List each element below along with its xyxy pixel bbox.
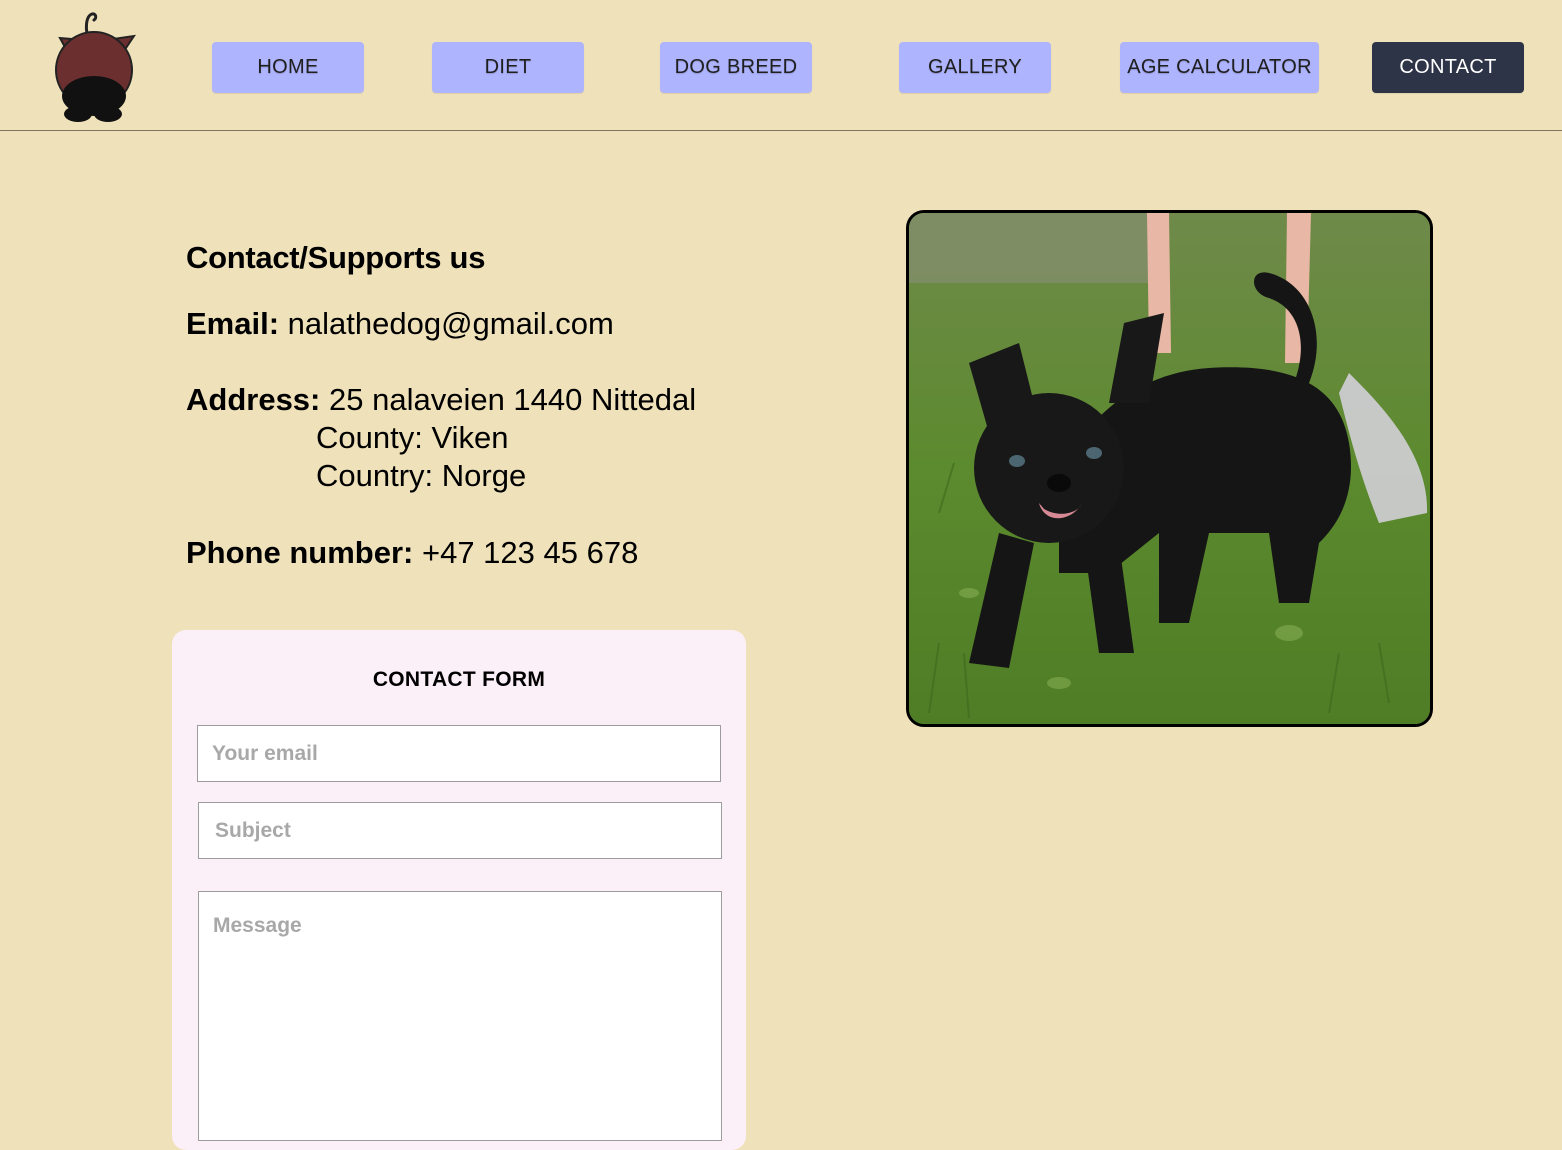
nav-dog-breed-button[interactable]: DOG BREED: [660, 42, 812, 93]
email-field[interactable]: [197, 725, 721, 782]
subject-field[interactable]: [198, 802, 722, 859]
nav-contact-button[interactable]: CONTACT: [1372, 42, 1524, 93]
nav-gallery-button[interactable]: GALLERY: [899, 42, 1051, 93]
address-info: Address: 25 nalaveien 1440 Nittedal: [186, 382, 696, 418]
email-info: Email: nalathedog@gmail.com: [186, 306, 614, 342]
address-line: 25 nalaveien 1440 Nittedal: [329, 382, 697, 417]
site-header: HOME DIET DOG BREED GALLERY AGE CALCULAT…: [0, 0, 1562, 131]
contact-heading: Contact/Supports us: [186, 240, 486, 275]
contact-form-title: CONTACT FORM: [372, 668, 546, 691]
address-county: County: Viken: [316, 420, 509, 455]
nav-age-calculator-button[interactable]: AGE CALCULATOR: [1120, 42, 1319, 93]
phone-info: Phone number: +47 123 45 678: [186, 535, 638, 571]
address-label: Address:: [186, 382, 321, 417]
dog-logo-icon[interactable]: [50, 10, 138, 125]
email-label: Email:: [186, 306, 280, 341]
email-value: nalathedog@gmail.com: [287, 306, 614, 341]
message-field[interactable]: [198, 891, 722, 1141]
nav-diet-button[interactable]: DIET: [432, 42, 584, 93]
contact-form: CONTACT FORM: [172, 630, 746, 1150]
phone-value: +47 123 45 678: [421, 535, 639, 570]
phone-label: Phone number:: [186, 535, 414, 570]
address-country: Country: Norge: [316, 458, 527, 493]
dog-photo: [906, 210, 1433, 727]
nav-home-button[interactable]: HOME: [212, 42, 364, 93]
